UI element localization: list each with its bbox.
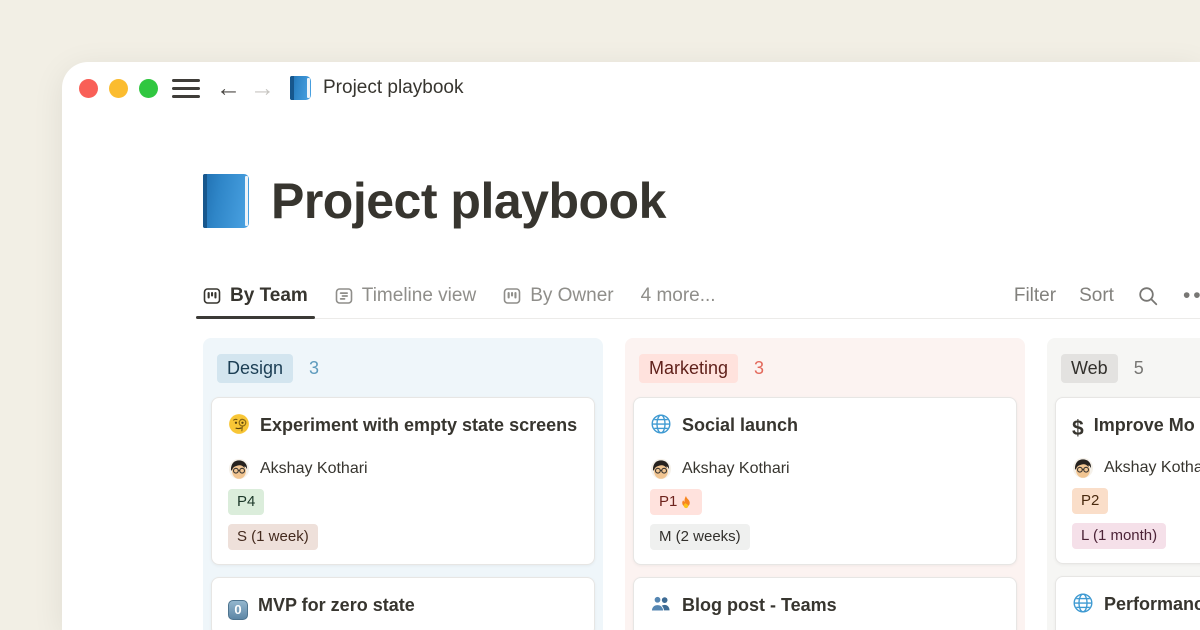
view-toolbar: Filter Sort ••• (1014, 284, 1200, 308)
timeline-view-icon (335, 287, 353, 305)
card-improve-monetization[interactable]: $Improve Mo Akshay Kothari P2 L (1 month… (1055, 397, 1200, 564)
monocle-face-icon (228, 413, 250, 445)
card-mvp-zero-state[interactable]: 0MVP for zero state (211, 577, 595, 630)
fire-icon (679, 495, 693, 509)
busts-icon (650, 593, 672, 625)
column-label-pill[interactable]: Design (217, 354, 293, 383)
card-person-row: Akshay Kothari (1072, 457, 1200, 479)
person-name: Akshay Kothari (682, 460, 790, 478)
filter-button[interactable]: Filter (1014, 285, 1056, 307)
column-label-pill[interactable]: Marketing (639, 354, 738, 383)
window-zoom-button[interactable] (139, 79, 158, 98)
board-column-web: Web 5 $Improve Mo Akshay Kothari P2 L (1… (1047, 338, 1200, 630)
person-name: Akshay Kothari (260, 460, 368, 478)
column-count: 5 (1134, 358, 1144, 379)
card-title: Social launch (650, 410, 1000, 445)
tab-timeline-view[interactable]: Timeline view (335, 274, 476, 318)
tab-label: By Owner (530, 285, 613, 307)
priority-tag: P4 (228, 489, 264, 515)
window-titlebar: ← → Project playbook (62, 62, 1200, 114)
board-view-icon (203, 287, 221, 305)
column-label-pill[interactable]: Web (1061, 354, 1118, 383)
tab-label: Timeline view (362, 285, 476, 307)
tab-more-views[interactable]: 4 more... (641, 274, 716, 318)
globe-icon (1072, 592, 1094, 624)
back-arrow-icon[interactable]: ← (216, 76, 241, 101)
card-social-launch[interactable]: Social launch Akshay Kothari P1 M (2 wee… (633, 397, 1017, 565)
card-person-row: Akshay Kothari (650, 458, 1000, 480)
dollar-icon: $ (1072, 413, 1084, 444)
window-minimize-button[interactable] (109, 79, 128, 98)
card-title: 0MVP for zero state (228, 590, 578, 621)
person-name: Akshay Kothari (1104, 459, 1200, 477)
avatar (1072, 457, 1094, 479)
more-options-icon[interactable]: ••• (1183, 284, 1200, 308)
card-title: Performanceoptimization (1072, 589, 1200, 630)
card-title: Experiment with empty state screens (228, 410, 578, 445)
zero-keycap-icon: 0 (228, 600, 248, 620)
priority-tag: P1 (650, 489, 702, 515)
column-count: 3 (754, 358, 764, 379)
kanban-board: Design 3 Experiment with empty state scr… (203, 338, 1200, 615)
tab-label: By Team (230, 285, 308, 307)
board-view-icon (503, 287, 521, 305)
window-close-button[interactable] (79, 79, 98, 98)
tab-by-team[interactable]: By Team (203, 274, 308, 318)
page-icon-blue-book[interactable] (203, 174, 249, 228)
view-tabs: By Team Timeline view By Owner 4 more... (203, 274, 716, 318)
board-column-marketing: Marketing 3 Social launch Akshay Kothari… (625, 338, 1025, 630)
card-person-row: Akshay Kothari (228, 458, 578, 480)
page-title[interactable]: Project playbook (271, 172, 666, 230)
forward-arrow-icon[interactable]: → (250, 76, 275, 101)
card-performance-optimization[interactable]: Performanceoptimization (1055, 576, 1200, 630)
column-header: Marketing 3 (639, 354, 1011, 383)
tab-by-owner[interactable]: By Owner (503, 274, 613, 318)
card-blog-post-teams[interactable]: Blog post - Teams Eva Zhang (633, 577, 1017, 630)
card-title: Blog post - Teams (650, 590, 1000, 625)
size-tag: M (2 weeks) (650, 524, 750, 550)
globe-icon (650, 413, 672, 445)
app-window: ← → Project playbook Project playbook By… (62, 62, 1200, 630)
titlebar-page-title: Project playbook (323, 77, 463, 99)
tab-label: 4 more... (641, 285, 716, 307)
avatar (228, 458, 250, 480)
view-tabs-bar: By Team Timeline view By Owner 4 more...… (203, 274, 1200, 319)
card-title: $Improve Mo (1072, 410, 1200, 444)
column-count: 3 (309, 358, 319, 379)
size-tag: L (1 month) (1072, 523, 1166, 549)
column-header: Web 5 (1061, 354, 1200, 383)
priority-tag: P2 (1072, 488, 1108, 514)
board-column-design: Design 3 Experiment with empty state scr… (203, 338, 603, 630)
page-header: Project playbook (203, 172, 1200, 230)
avatar (650, 458, 672, 480)
sidebar-menu-icon[interactable] (172, 79, 200, 98)
search-icon[interactable] (1137, 285, 1160, 308)
sort-button[interactable]: Sort (1079, 285, 1114, 307)
size-tag: S (1 week) (228, 524, 318, 550)
card-experiment-empty-state[interactable]: Experiment with empty state screens Aksh… (211, 397, 595, 565)
blue-book-icon (290, 76, 311, 100)
column-header: Design 3 (217, 354, 589, 383)
